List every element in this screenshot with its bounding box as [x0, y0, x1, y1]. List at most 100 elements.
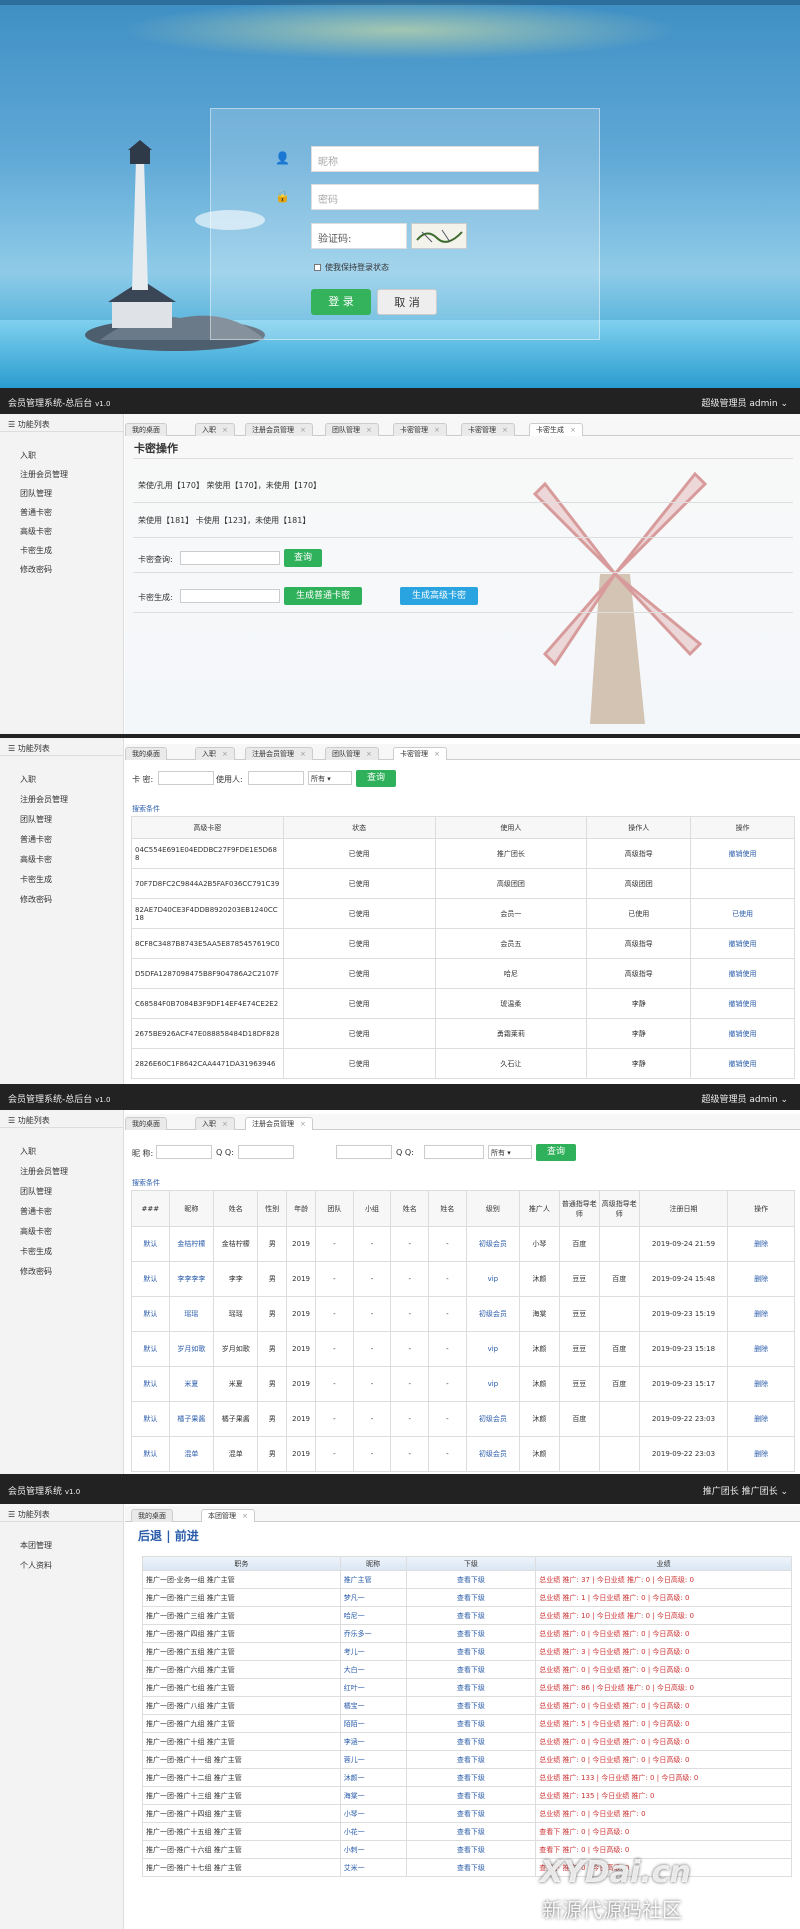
- name-input[interactable]: [336, 1145, 392, 1159]
- view-subordinates-link[interactable]: 查看下级: [405, 1804, 537, 1823]
- sidebar-item-normal-card[interactable]: 普通卡密: [20, 834, 52, 845]
- user-input[interactable]: [248, 771, 304, 785]
- tab-team[interactable]: 团队管理 ×: [325, 747, 379, 760]
- login-button[interactable]: 登 录: [311, 289, 371, 315]
- forward-link[interactable]: 前进: [175, 1529, 199, 1543]
- gen-normal-button[interactable]: 生成普通卡密: [284, 587, 362, 605]
- captcha-input[interactable]: 验证码:: [311, 223, 407, 249]
- tab-team-manage[interactable]: 本团管理 ×: [201, 1509, 255, 1522]
- tab-card-manage[interactable]: 卡密管理 ×: [393, 747, 447, 760]
- tab-desktop[interactable]: 我的桌面: [125, 1117, 167, 1130]
- view-subordinates-link[interactable]: 查看下级: [405, 1768, 537, 1787]
- user-menu[interactable]: 超级管理员 admin ⌄: [702, 1092, 789, 1105]
- view-subordinates-link[interactable]: 查看下级: [405, 1588, 537, 1607]
- view-subordinates-link[interactable]: 查看下级: [405, 1642, 537, 1661]
- view-subordinates-link[interactable]: 查看下级: [405, 1822, 537, 1841]
- password-input[interactable]: 密码: [311, 184, 539, 210]
- table-link[interactable]: 李李李李: [168, 1261, 215, 1297]
- sidebar-item-join[interactable]: 入职: [20, 450, 36, 461]
- view-subordinates-link[interactable]: 查看下级: [405, 1750, 537, 1769]
- table-link[interactable]: 初级会员: [465, 1436, 520, 1472]
- sidebar-item-members[interactable]: 注册会员管理: [20, 469, 68, 480]
- sidebar-item-normal-card[interactable]: 普通卡密: [20, 507, 52, 518]
- sidebar-item-advanced-card[interactable]: 高级卡密: [20, 1226, 52, 1237]
- sidebar-item-members[interactable]: 注册会员管理: [20, 794, 68, 805]
- nickname-input[interactable]: 昵称: [311, 146, 539, 172]
- sidebar-item-change-password[interactable]: 修改密码: [20, 564, 52, 575]
- view-subordinates-link[interactable]: 查看下级: [405, 1858, 537, 1877]
- captcha-image[interactable]: [411, 223, 467, 249]
- view-subordinates-link[interactable]: 查看下级: [405, 1840, 537, 1859]
- action-link[interactable]: 撤销使用: [690, 1048, 795, 1079]
- tab-card-manage-2[interactable]: 卡密管理 ×: [461, 423, 515, 436]
- back-link[interactable]: 后退: [138, 1529, 162, 1543]
- table-link[interactable]: 默认: [131, 1331, 170, 1367]
- table-link[interactable]: 删除: [727, 1401, 795, 1437]
- nick-input[interactable]: [156, 1145, 212, 1159]
- tab-desktop[interactable]: 我的桌面: [131, 1509, 173, 1522]
- action-link[interactable]: 撤销使用: [690, 1018, 795, 1049]
- sidebar-item-advanced-card[interactable]: 高级卡密: [20, 526, 52, 537]
- qq-input[interactable]: [238, 1145, 294, 1159]
- tab-desktop[interactable]: 我的桌面: [125, 747, 167, 760]
- sidebar-item-team[interactable]: 团队管理: [20, 488, 52, 499]
- tab-desktop[interactable]: 我的桌面: [125, 423, 167, 436]
- table-link[interactable]: 默认: [131, 1226, 170, 1262]
- sidebar-item-advanced-card[interactable]: 高级卡密: [20, 854, 52, 865]
- user-menu[interactable]: 推广团长 推广团长 ⌄: [703, 1484, 788, 1497]
- remember-checkbox[interactable]: [314, 264, 321, 271]
- status-select[interactable]: 所有 ▾: [308, 771, 352, 785]
- query-button[interactable]: 查询: [536, 1144, 576, 1161]
- action-link[interactable]: 撤销使用: [690, 988, 795, 1019]
- cancel-button[interactable]: 取 消: [377, 289, 437, 315]
- table-link[interactable]: 删除: [727, 1366, 795, 1402]
- sidebar-item-team-manage[interactable]: 本团管理: [20, 1540, 52, 1551]
- table-link[interactable]: 初级会员: [465, 1401, 520, 1437]
- table-link[interactable]: 岁月如歌: [168, 1331, 215, 1367]
- table-link[interactable]: 橘子果酱: [168, 1401, 215, 1437]
- view-subordinates-link[interactable]: 查看下级: [405, 1606, 537, 1625]
- table-link[interactable]: 初级会员: [465, 1226, 520, 1262]
- sidebar-item-card-generate[interactable]: 卡密生成: [20, 545, 52, 556]
- table-link[interactable]: 删除: [727, 1226, 795, 1262]
- tab-card-generate[interactable]: 卡密生成 ×: [529, 423, 583, 436]
- user-menu[interactable]: 超级管理员 admin ⌄: [702, 396, 789, 409]
- sidebar-item-card-generate[interactable]: 卡密生成: [20, 1246, 52, 1257]
- search-conditions-link[interactable]: 搜索条件: [132, 1178, 160, 1188]
- view-subordinates-link[interactable]: 查看下级: [405, 1732, 537, 1751]
- action-link[interactable]: 已使用: [690, 898, 795, 929]
- table-link[interactable]: vip: [465, 1261, 520, 1297]
- sidebar-item-normal-card[interactable]: 普通卡密: [20, 1206, 52, 1217]
- sidebar-item-members[interactable]: 注册会员管理: [20, 1166, 68, 1177]
- view-subordinates-link[interactable]: 查看下级: [405, 1570, 537, 1589]
- sidebar-item-team[interactable]: 团队管理: [20, 814, 52, 825]
- table-link[interactable]: 默认: [131, 1436, 170, 1472]
- view-subordinates-link[interactable]: 查看下级: [405, 1660, 537, 1679]
- query-button[interactable]: 查询: [356, 770, 396, 787]
- table-link[interactable]: 米夏: [168, 1366, 215, 1402]
- level-select[interactable]: 所有 ▾: [488, 1145, 532, 1159]
- table-link[interactable]: 默认: [131, 1261, 170, 1297]
- tab-join[interactable]: 入职 ×: [195, 423, 235, 436]
- sidebar-item-join[interactable]: 入职: [20, 774, 36, 785]
- table-link[interactable]: vip: [465, 1331, 520, 1367]
- table-link[interactable]: 删除: [727, 1436, 795, 1472]
- view-subordinates-link[interactable]: 查看下级: [405, 1624, 537, 1643]
- sidebar-item-team[interactable]: 团队管理: [20, 1186, 52, 1197]
- table-link[interactable]: 删除: [727, 1261, 795, 1297]
- tab-team[interactable]: 团队管理 ×: [325, 423, 379, 436]
- action-link[interactable]: 撤销使用: [690, 958, 795, 989]
- table-link[interactable]: 删除: [727, 1331, 795, 1367]
- search-conditions-link[interactable]: 搜索条件: [132, 804, 160, 814]
- table-link[interactable]: 默认: [131, 1401, 170, 1437]
- view-subordinates-link[interactable]: 查看下级: [405, 1714, 537, 1733]
- view-subordinates-link[interactable]: 查看下级: [405, 1696, 537, 1715]
- view-subordinates-link[interactable]: 查看下级: [405, 1786, 537, 1805]
- sidebar-item-profile[interactable]: 个人资料: [20, 1560, 52, 1571]
- tab-join[interactable]: 入职 ×: [195, 1117, 235, 1130]
- card-generate-input[interactable]: [180, 589, 280, 603]
- table-link[interactable]: 删除: [727, 1296, 795, 1332]
- table-link[interactable]: 默认: [131, 1366, 170, 1402]
- view-subordinates-link[interactable]: 查看下级: [405, 1678, 537, 1697]
- sidebar-item-join[interactable]: 入职: [20, 1146, 36, 1157]
